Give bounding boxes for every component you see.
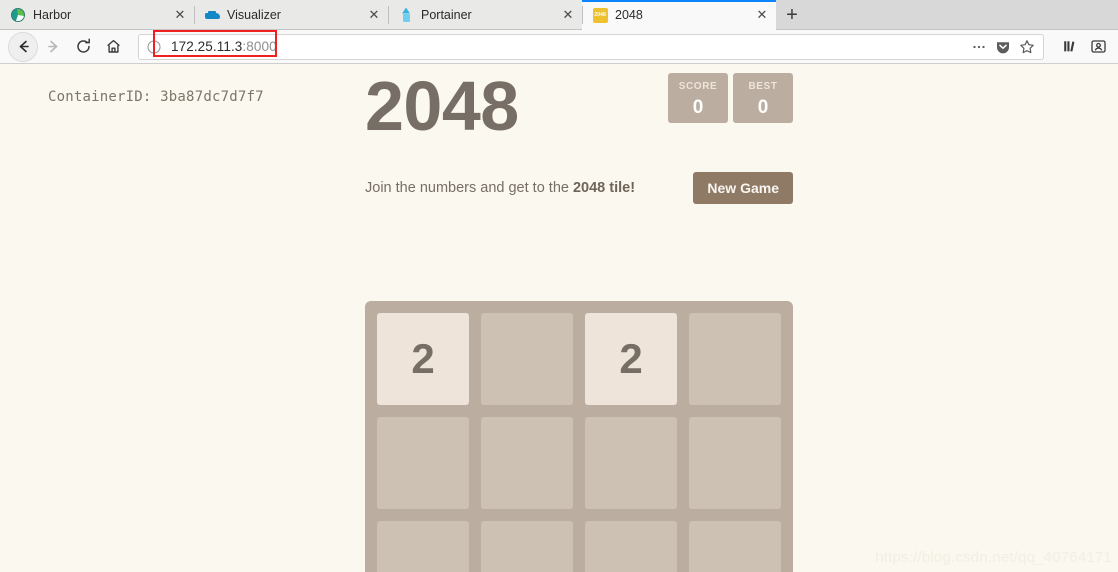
- forward-arrow-icon[interactable]: [38, 32, 68, 62]
- grid-cell[interactable]: [481, 313, 573, 405]
- library-icon[interactable]: [1056, 34, 1084, 60]
- game-2048-favicon: 2048: [592, 7, 608, 23]
- navigation-toolbar: 172.25.11.3:8000: [0, 29, 1118, 64]
- best-score-box: BEST 0: [733, 73, 793, 123]
- grid-cell[interactable]: [689, 417, 781, 509]
- tab-harbor[interactable]: Harbor ✕: [0, 0, 194, 30]
- toolbar-right-group: [1050, 34, 1112, 60]
- game-grid[interactable]: 2 2: [365, 301, 793, 572]
- grid-cell[interactable]: [481, 417, 573, 509]
- game-heading: 2048 SCORE 0 BEST 0: [365, 65, 793, 155]
- tab-portainer[interactable]: Portainer ✕: [388, 0, 582, 30]
- reload-icon[interactable]: [68, 32, 98, 62]
- back-arrow-icon[interactable]: [8, 31, 38, 62]
- score-label: SCORE: [678, 80, 718, 92]
- page-info-icon[interactable]: [145, 38, 163, 56]
- tab-close-icon[interactable]: ✕: [752, 5, 772, 25]
- new-tab-button[interactable]: +: [776, 0, 808, 30]
- star-icon[interactable]: [1015, 36, 1039, 58]
- harbor-globe-icon: [10, 7, 26, 23]
- grid-cell[interactable]: [585, 521, 677, 572]
- tab-label: Visualizer: [227, 8, 281, 22]
- game-intro-text: Join the numbers and get to the 2048 til…: [365, 180, 635, 196]
- grid-cell[interactable]: [377, 417, 469, 509]
- game-intro-strong: 2048 tile!: [572, 180, 636, 196]
- score-box: SCORE 0: [668, 73, 728, 123]
- page-content: ContainerID: 3ba87dc7d7f7 2048 SCORE 0 B…: [0, 65, 1118, 572]
- best-value: 0: [757, 96, 769, 118]
- url-host: 172.25.11.3: [171, 39, 243, 54]
- game-2048-container: 2048 SCORE 0 BEST 0 Join the numbers and…: [365, 65, 793, 572]
- url-text[interactable]: 172.25.11.3:8000: [165, 39, 277, 54]
- best-label: BEST: [748, 80, 778, 92]
- tab-2048[interactable]: 2048 2048 ✕: [582, 0, 776, 30]
- portainer-icon: [398, 7, 414, 23]
- tab-close-icon[interactable]: ✕: [170, 5, 190, 25]
- grid-cell[interactable]: [481, 521, 573, 572]
- page-title: 2048: [365, 67, 519, 145]
- grid-cell[interactable]: [689, 313, 781, 405]
- browser-window: Harbor ✕ Visualizer ✕ Portainer ✕ 2048 2…: [0, 0, 1118, 572]
- account-icon[interactable]: [1084, 34, 1112, 60]
- grid-cell[interactable]: [689, 521, 781, 572]
- grid-cell[interactable]: [585, 417, 677, 509]
- tab-label: 2048: [615, 8, 643, 22]
- address-bar[interactable]: 172.25.11.3:8000: [138, 29, 1044, 60]
- game-intro-prefix: Join the numbers and get to the: [365, 180, 573, 196]
- tab-label: Portainer: [421, 8, 472, 22]
- url-port: :8000: [242, 39, 277, 54]
- ellipsis-icon[interactable]: [967, 36, 991, 58]
- tab-visualizer[interactable]: Visualizer ✕: [194, 0, 388, 30]
- url-action-group: [967, 36, 1039, 58]
- grid-cell[interactable]: 2: [585, 313, 677, 405]
- grid-cell[interactable]: [377, 521, 469, 572]
- pocket-icon[interactable]: [991, 36, 1015, 58]
- tab-bar: Harbor ✕ Visualizer ✕ Portainer ✕ 2048 2…: [0, 0, 1118, 30]
- score-container: SCORE 0 BEST 0: [668, 73, 793, 123]
- container-id-label: ContainerID: 3ba87dc7d7f7: [48, 89, 264, 105]
- tab-close-icon[interactable]: ✕: [558, 5, 578, 25]
- score-value: 0: [692, 96, 704, 118]
- home-icon[interactable]: [98, 32, 128, 62]
- tab-label: Harbor: [33, 8, 72, 22]
- tab-close-icon[interactable]: ✕: [364, 5, 384, 25]
- new-game-button[interactable]: New Game: [693, 172, 793, 204]
- game-subheader: Join the numbers and get to the 2048 til…: [365, 170, 793, 206]
- docker-whale-icon: [204, 7, 220, 23]
- grid-cell[interactable]: 2: [377, 313, 469, 405]
- watermark-text: https://blog.csdn.net/qq_40764171: [875, 549, 1112, 566]
